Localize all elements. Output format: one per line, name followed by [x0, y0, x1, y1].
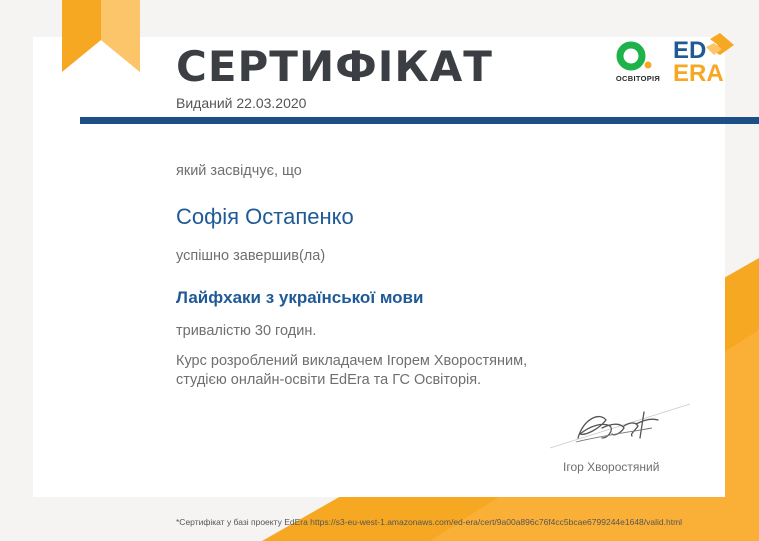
header-rule — [80, 117, 759, 124]
recipient-name: Софія Остапенко — [176, 204, 354, 229]
description-line-1: Курс розроблений викладачем Ігорем Хворо… — [176, 353, 528, 369]
certifies-label: який засвідчує, що — [176, 163, 302, 179]
osvitoria-logo-text: ОСВІТОРІЯ — [615, 74, 661, 83]
completed-label: успішно завершив(ла) — [176, 248, 326, 264]
course-duration: тривалістю 30 годин. — [176, 323, 317, 339]
description-line-2: студією онлайн-освіти EdEra та ГС Освіто… — [176, 372, 482, 388]
certificate-verification-note: *Сертифікат у базі проекту EdEra https:/… — [176, 517, 683, 527]
issued-date: Виданий 22.03.2020 — [176, 95, 307, 111]
signer-name: Ігор Хворостяний — [563, 460, 660, 474]
course-description: Курс розроблений викладачем Ігорем Хворо… — [176, 352, 646, 390]
edera-logo-icon: ED ERA — [673, 33, 734, 87]
certificate-title: СЕРТИФІКАТ — [176, 42, 493, 91]
course-title: Лайфхаки з української мови — [176, 288, 424, 307]
signature-icon — [549, 403, 690, 449]
edera-logo-era: ERA — [673, 60, 724, 87]
bookmark-ribbon-icon — [62, 0, 140, 72]
